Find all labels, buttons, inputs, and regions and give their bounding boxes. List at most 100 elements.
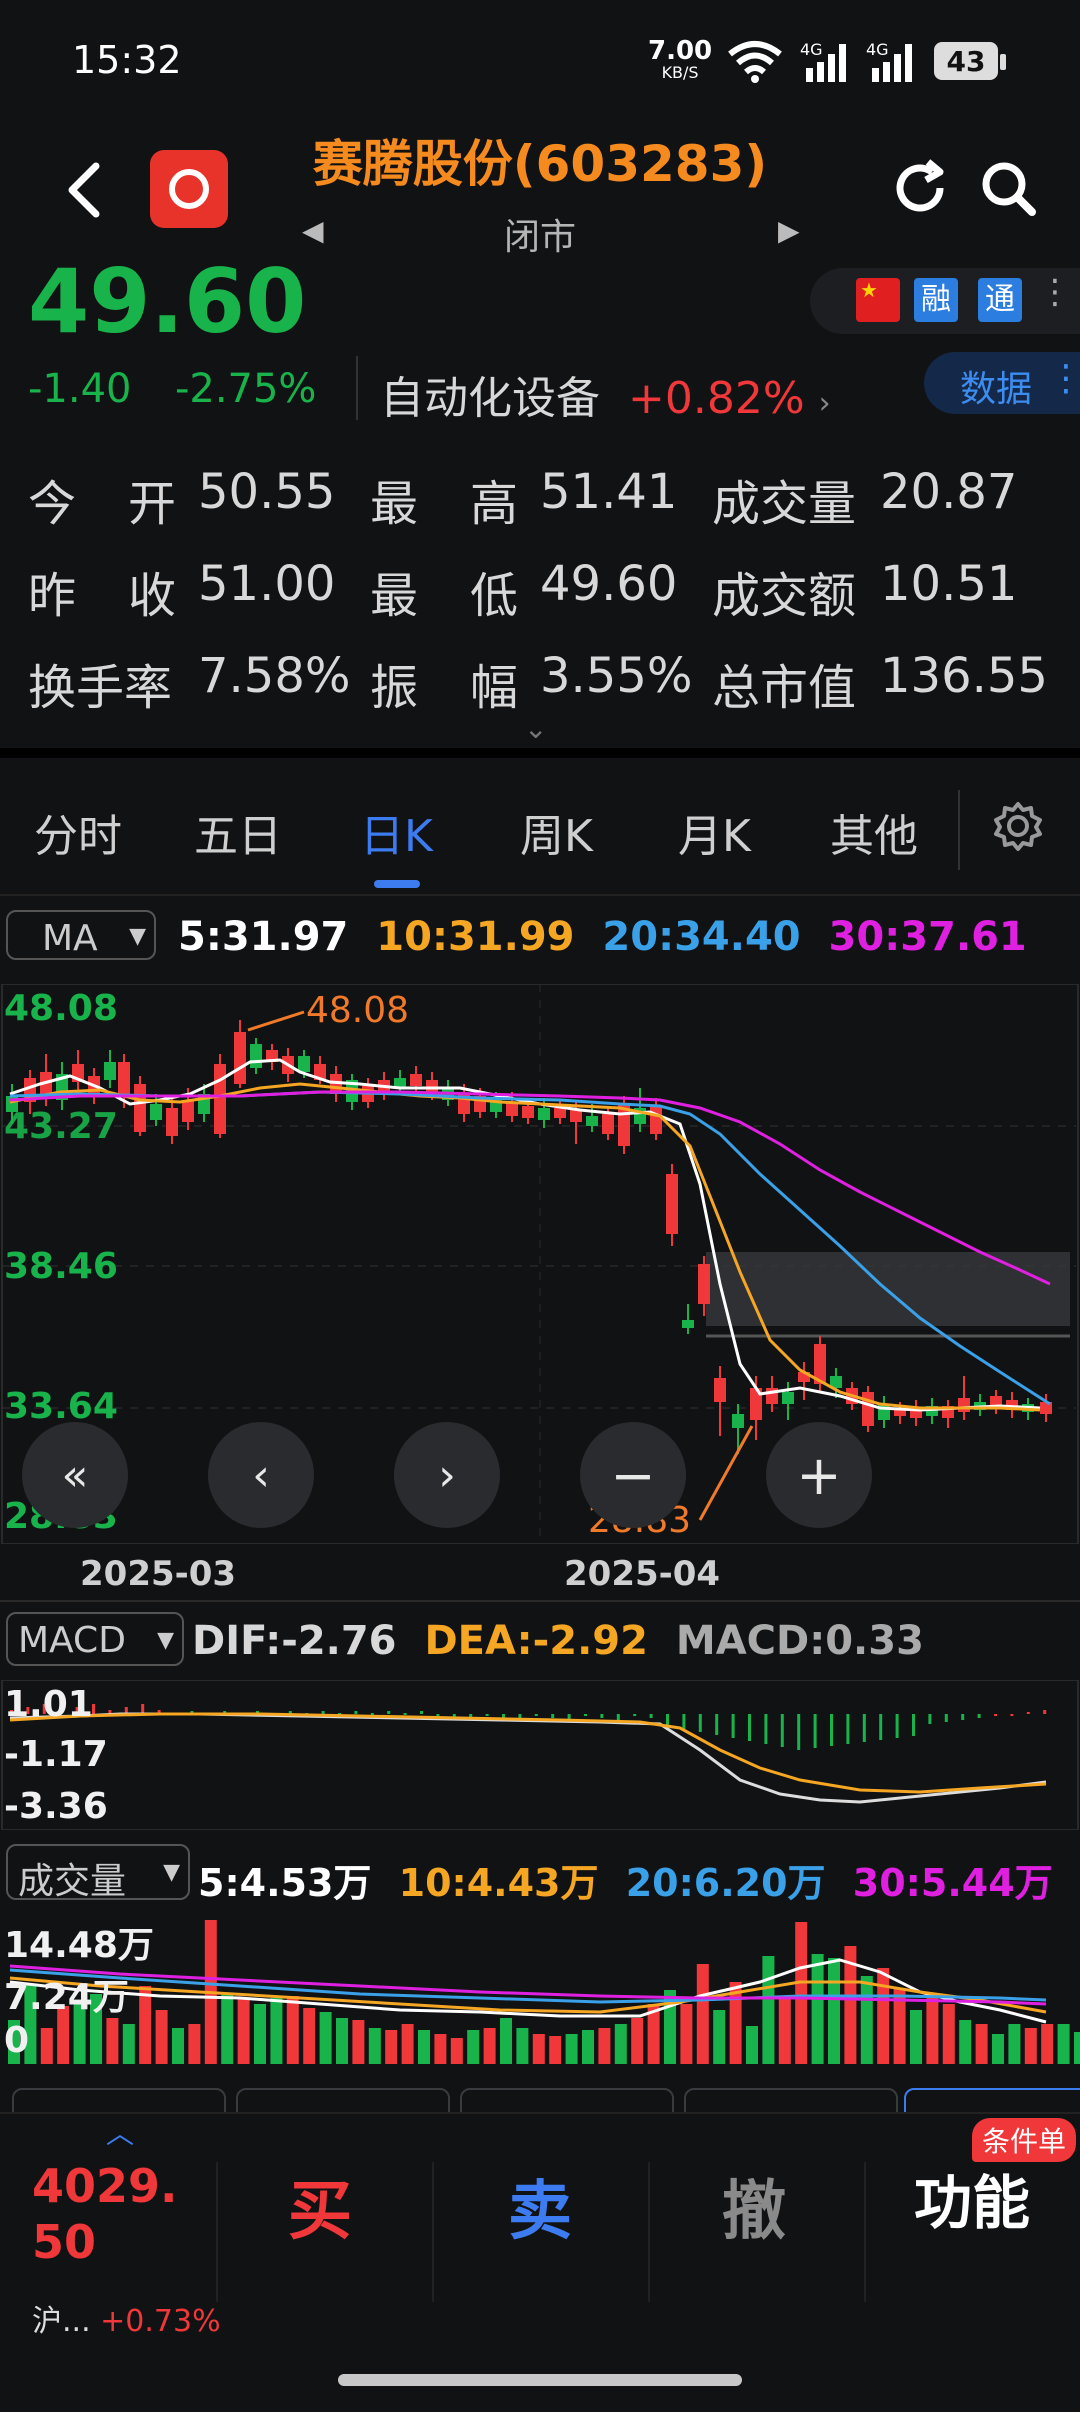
tab-2[interactable]: 日K	[360, 800, 433, 864]
expand-chevron-icon[interactable]: ⌄	[524, 712, 547, 745]
stat-cell: 10.51	[880, 556, 1018, 612]
volume-bar	[975, 2024, 988, 2064]
zoom-out-button[interactable]: −	[580, 1422, 686, 1528]
volume-bar	[598, 2028, 611, 2064]
volume-bar	[483, 2028, 496, 2064]
function-button[interactable]: 功能	[914, 2156, 1030, 2240]
volume-bar	[549, 2036, 562, 2064]
volume-bar	[139, 1986, 152, 2064]
scroll-start-button[interactable]: «	[22, 1422, 128, 1528]
tab-underline	[374, 880, 420, 888]
macd-bar	[715, 1714, 719, 1735]
macd-bar	[321, 1711, 325, 1714]
tab-0[interactable]: 分时	[34, 800, 122, 864]
macd-bar	[764, 1714, 768, 1744]
buy-button[interactable]: 买	[288, 2160, 352, 2252]
volume-bar	[1041, 2024, 1054, 2064]
volume-bar	[532, 2034, 545, 2064]
index-value[interactable]: 4029.50	[32, 2158, 202, 2270]
macd-bar	[862, 1714, 866, 1742]
stat-cell: 51.00	[198, 556, 336, 612]
volume-bar	[40, 2028, 53, 2064]
conditional-order-badge[interactable]: 条件单	[972, 2118, 1077, 2162]
stat-cell: 成交量	[712, 476, 857, 532]
candle-body	[782, 1392, 794, 1404]
refresh-icon[interactable]	[888, 156, 952, 220]
macd-bar	[797, 1714, 801, 1750]
volume-bar	[762, 1956, 775, 2064]
stat-cell: 51.41	[540, 464, 678, 520]
settings-gear-icon[interactable]	[992, 800, 1044, 852]
candle-body	[682, 1320, 694, 1328]
volume-bar	[172, 2028, 184, 2064]
section-strip[interactable]	[0, 2082, 1080, 2112]
volume-bar	[926, 1994, 939, 2064]
macd-bar	[977, 1714, 981, 1718]
volume-chart	[8, 1920, 1080, 2064]
candle-body	[732, 1414, 744, 1428]
zoom-in-button[interactable]: +	[766, 1422, 872, 1528]
scroll-left-button[interactable]: ‹	[208, 1422, 314, 1528]
tab-5[interactable]: 其他	[830, 800, 918, 864]
date-label-2: 2025-04	[564, 1554, 721, 1594]
collapse-up-icon[interactable]: ︿	[106, 2112, 134, 2152]
volume-selector[interactable]: 成交量 ▼	[6, 1844, 190, 1902]
cancel-order-button[interactable]: 撤	[722, 2160, 786, 2252]
sell-button[interactable]: 卖	[508, 2160, 572, 2252]
macd-bar	[403, 1713, 407, 1715]
macd-bar	[485, 1714, 489, 1716]
candle-body	[958, 1398, 970, 1412]
macd-bar	[682, 1714, 686, 1729]
candle-body	[666, 1174, 678, 1234]
macd-bar	[354, 1711, 358, 1714]
stat-cell: 开	[128, 476, 177, 532]
stat-cell: 高	[470, 476, 519, 532]
tab-3[interactable]: 周K	[520, 800, 593, 864]
volume-bar	[959, 2020, 972, 2064]
volume-bar	[696, 1964, 709, 2064]
candle-body	[410, 1074, 422, 1086]
kline-high-label: 48.08	[306, 990, 410, 1031]
volume-bar	[582, 2030, 594, 2064]
macd-selector[interactable]: MACD ▼	[6, 1612, 184, 1666]
volume-bar	[155, 2010, 168, 2064]
signal-1-icon: 4G	[800, 40, 854, 88]
price-change: -1.40 -2.75%	[28, 366, 316, 412]
candle-body	[1040, 1402, 1052, 1414]
candle-body	[602, 1114, 614, 1134]
candle-body	[570, 1110, 582, 1122]
candle-body	[214, 1064, 226, 1134]
date-label-1: 2025-03	[80, 1554, 237, 1594]
candle-body	[522, 1106, 534, 1118]
macd-bar	[748, 1714, 751, 1741]
tab-1[interactable]: 五日	[194, 800, 282, 864]
kline-chart[interactable]	[0, 984, 1080, 1544]
macd-bar	[551, 1714, 555, 1718]
candle-body	[554, 1108, 566, 1118]
scroll-right-button[interactable]: ›	[394, 1422, 500, 1528]
macd-bar	[928, 1714, 932, 1724]
volume-bar	[418, 2030, 430, 2064]
volume-bar	[1057, 2024, 1070, 2064]
volume-bar	[450, 2038, 463, 2064]
search-icon[interactable]	[976, 156, 1040, 220]
next-stock-icon[interactable]: ▶	[778, 214, 800, 247]
macd-bar	[1026, 1712, 1030, 1714]
kline-axis-3: 38.46	[4, 1246, 118, 1287]
battery-icon: 43	[934, 42, 998, 80]
volume-axis-top: 14.48万	[4, 1925, 154, 1966]
volume-axis-mid: 7.24万	[4, 1977, 129, 2018]
sector-info[interactable]: 自动化设备 +0.82% ›	[380, 362, 831, 426]
volume-bar	[221, 1994, 234, 2064]
volume-bar	[877, 1968, 890, 2064]
stat-cell: 幅	[470, 660, 519, 716]
more-icon[interactable]: ⋮	[1038, 272, 1072, 312]
candle-body	[586, 1116, 598, 1126]
ma-selector[interactable]: MA ▼	[6, 910, 156, 960]
data-button[interactable]: 数据 ⋮	[924, 352, 1080, 414]
ma-values: 5:31.97 10:31.99 20:34.40 30:37.61	[178, 914, 1027, 960]
kline-axis-top: 48.08	[4, 988, 118, 1029]
tab-4[interactable]: 月K	[678, 800, 751, 864]
stat-cell: 最	[370, 476, 419, 532]
china-flag-icon: ★	[856, 278, 900, 322]
